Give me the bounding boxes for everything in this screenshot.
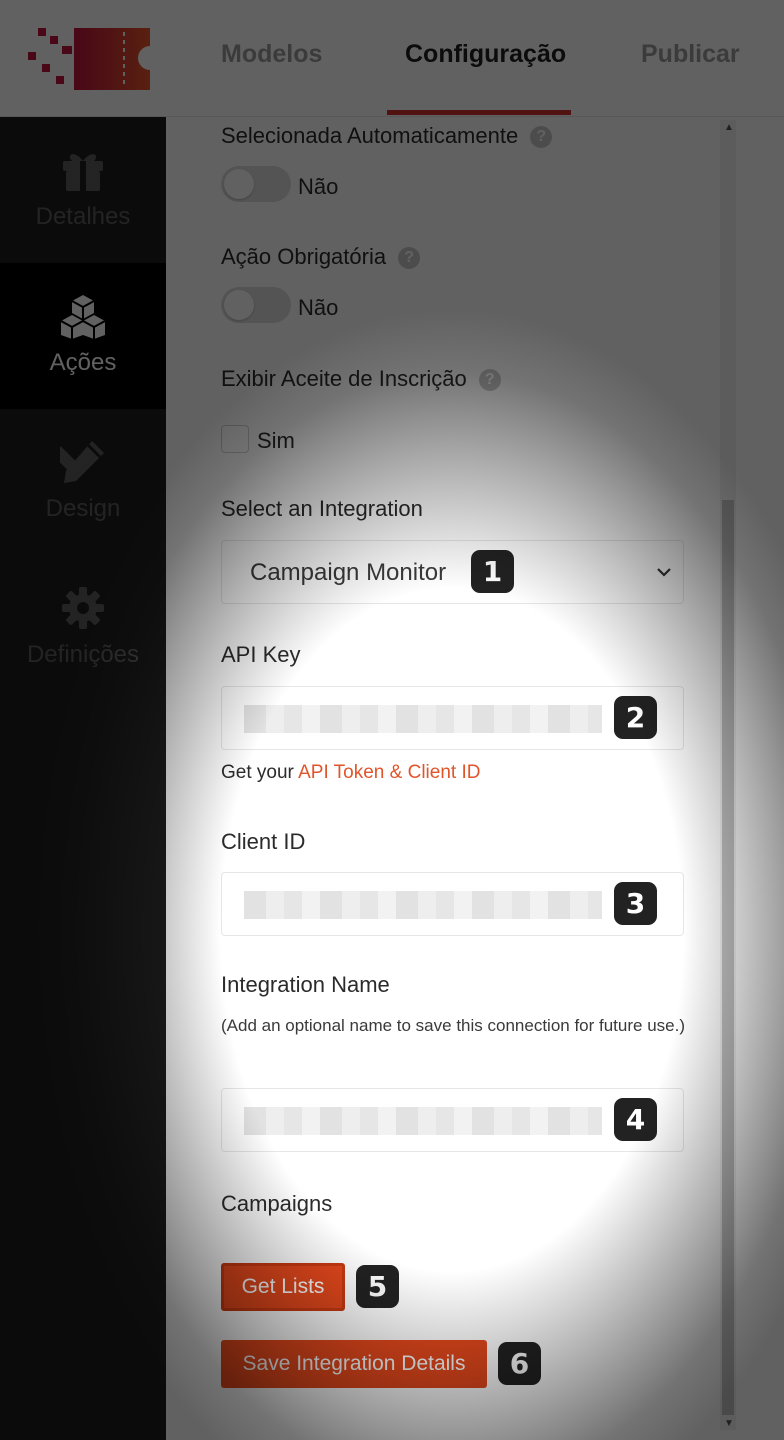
api-key-label: API Key xyxy=(221,642,301,667)
sidebar-item-label: Detalhes xyxy=(35,203,131,230)
campaigns-label: Campaigns xyxy=(221,1191,333,1216)
step-badge-5: 5 xyxy=(356,1265,399,1308)
api-token-link[interactable]: API Token & Client ID xyxy=(298,762,480,783)
integration-name-label: Integration Name xyxy=(221,972,390,997)
toggle-knob xyxy=(224,290,254,320)
brand-logo xyxy=(28,28,150,90)
sidebar-item-label: Definições xyxy=(26,641,140,668)
sidebar-item-label: Ações xyxy=(49,349,117,376)
show-opt-in-checkbox-label: Sim xyxy=(257,428,295,453)
auto-selected-label: Selecionada Automaticamente? xyxy=(221,123,553,149)
redacted-value xyxy=(244,1107,602,1135)
redacted-value xyxy=(244,705,602,733)
integration-select-value: Campaign Monitor xyxy=(250,559,447,586)
show-opt-in-label: Exibir Aceite de Inscrição? xyxy=(221,366,501,392)
scroll-down-arrow-icon[interactable]: ▼ xyxy=(724,1418,734,1429)
auto-selected-toggle[interactable] xyxy=(221,166,291,202)
client-id-label: Client ID xyxy=(221,829,306,854)
gear-icon xyxy=(62,587,104,629)
tab-modelos[interactable]: Modelos xyxy=(221,40,322,80)
gift-icon xyxy=(63,154,103,191)
sidebar-item-design[interactable]: Design xyxy=(0,409,166,555)
sidebar-item-acoes[interactable]: Ações xyxy=(0,263,166,409)
active-tab-indicator xyxy=(387,110,571,115)
step-badge-6: 6 xyxy=(498,1342,541,1385)
tab-publicar[interactable]: Publicar xyxy=(641,40,740,80)
sidebar-item-label: Design xyxy=(45,495,121,522)
step-badge-1: 1 xyxy=(471,550,514,593)
step-badge-3: 3 xyxy=(614,882,657,925)
design-tools-icon xyxy=(60,441,104,483)
required-action-value: Não xyxy=(298,295,339,320)
required-action-toggle[interactable] xyxy=(221,287,291,323)
required-action-label: Ação Obrigatória? xyxy=(221,244,421,270)
show-opt-in-checkbox[interactable] xyxy=(221,425,249,453)
help-icon[interactable]: ? xyxy=(530,126,553,148)
api-token-hint-text: Get your xyxy=(221,762,299,783)
toggle-knob xyxy=(224,169,254,199)
integration-name-note: (Add an optional name to save this conne… xyxy=(221,1016,685,1035)
tab-configuracao[interactable]: Configuração xyxy=(405,40,566,80)
sidebar-item-detalhes[interactable]: Detalhes xyxy=(0,117,166,263)
integration-select[interactable]: Campaign Monitor xyxy=(221,540,684,604)
sidebar-item-definicoes[interactable]: Definições xyxy=(0,555,166,701)
show-opt-in-label-text: Exibir Aceite de Inscrição xyxy=(221,366,467,391)
auto-selected-label-text: Selecionada Automaticamente xyxy=(221,123,519,148)
api-token-hint: Get your API Token & Client ID xyxy=(221,762,480,784)
sidebar: Detalhes Ações Design Definições xyxy=(0,117,166,1440)
boxes-icon xyxy=(60,295,106,339)
step-badge-2: 2 xyxy=(614,696,657,739)
get-lists-button[interactable]: Get Lists xyxy=(221,1263,345,1311)
save-integration-button[interactable]: Save Integration Details xyxy=(221,1340,487,1388)
step-badge-4: 4 xyxy=(614,1098,657,1141)
top-header: Modelos Configuração Publicar xyxy=(0,0,784,117)
help-icon[interactable]: ? xyxy=(398,247,421,269)
redacted-value xyxy=(244,891,602,919)
help-icon[interactable]: ? xyxy=(478,369,501,391)
integration-select-label: Select an Integration xyxy=(221,496,423,521)
chevron-down-icon xyxy=(657,568,671,577)
scroll-up-arrow-icon[interactable]: ▲ xyxy=(724,122,734,133)
auto-selected-value: Não xyxy=(298,174,339,199)
scrollbar-thumb[interactable] xyxy=(722,500,734,1415)
required-action-label-text: Ação Obrigatória xyxy=(221,244,387,269)
